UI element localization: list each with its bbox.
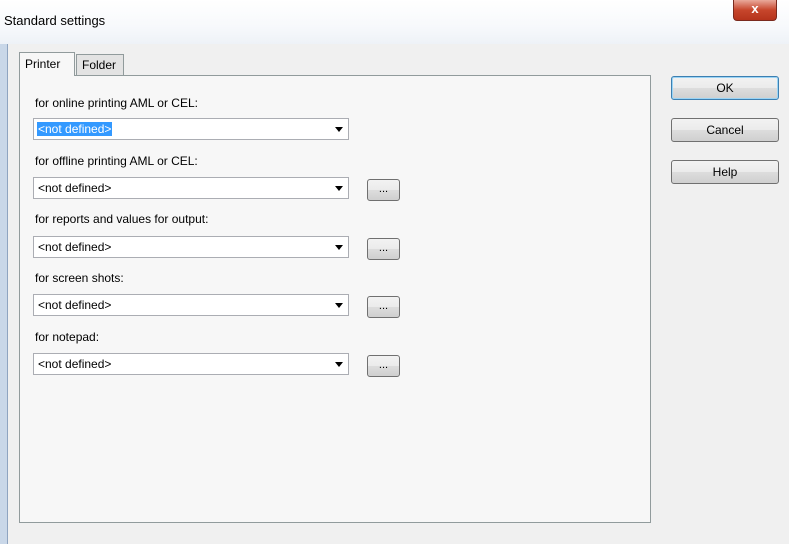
close-icon: x [751, 1, 759, 16]
offline-printing-browse-button[interactable]: ... [367, 179, 400, 201]
reports-output-value: <not defined> [38, 240, 112, 254]
online-printing-select[interactable]: <not defined> [33, 118, 349, 140]
chevron-down-icon[interactable] [335, 303, 343, 308]
chevron-down-icon[interactable] [335, 127, 343, 132]
title-bar: Standard settings x [0, 0, 789, 44]
online-printing-label: for online printing AML or CEL: [35, 96, 198, 110]
screen-shots-select[interactable]: <not defined> [33, 294, 349, 316]
reports-output-select[interactable]: <not defined> [33, 236, 349, 258]
help-button[interactable]: Help [671, 160, 779, 184]
window-title: Standard settings [4, 13, 106, 28]
chevron-down-icon[interactable] [335, 362, 343, 367]
window-left-border [0, 44, 8, 544]
reports-output-browse-button[interactable]: ... [367, 238, 400, 260]
offline-printing-select[interactable]: <not defined> [33, 177, 349, 199]
offline-printing-label: for offline printing AML or CEL: [35, 154, 198, 168]
notepad-label: for notepad: [35, 330, 100, 344]
tab-printer[interactable]: Printer [19, 52, 75, 76]
screen-shots-value: <not defined> [38, 298, 112, 312]
notepad-select[interactable]: <not defined> [33, 353, 349, 375]
close-button[interactable]: x [733, 0, 777, 21]
dialog-window: Standard settings x Printer Folder for o… [0, 0, 789, 544]
notepad-value: <not defined> [38, 357, 112, 371]
tab-folder[interactable]: Folder [76, 54, 124, 76]
offline-printing-value: <not defined> [38, 181, 112, 195]
chevron-down-icon[interactable] [335, 186, 343, 191]
notepad-browse-button[interactable]: ... [367, 355, 400, 377]
ok-button[interactable]: OK [671, 76, 779, 100]
online-printing-value: <not defined> [37, 122, 113, 136]
reports-output-label: for reports and values for output: [35, 212, 209, 226]
screen-shots-label: for screen shots: [35, 271, 124, 285]
cancel-button[interactable]: Cancel [671, 118, 779, 142]
chevron-down-icon[interactable] [335, 245, 343, 250]
screen-shots-browse-button[interactable]: ... [367, 296, 400, 318]
